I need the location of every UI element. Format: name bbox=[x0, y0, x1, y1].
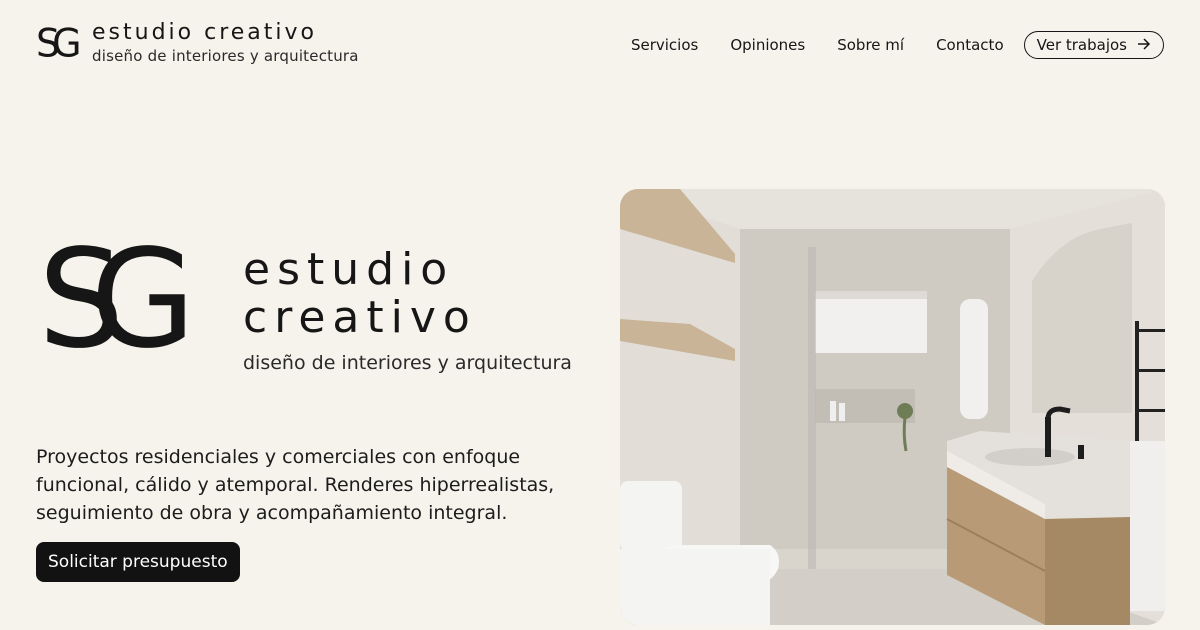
arrow-right-icon bbox=[1137, 36, 1151, 54]
brand-text: estudio creativo diseño de interiores y … bbox=[92, 20, 359, 66]
nav-servicios[interactable]: Servicios bbox=[631, 36, 698, 54]
main-nav: Servicios Opiniones Sobre mí Contacto Ve… bbox=[599, 31, 1164, 59]
monogram-small: SG bbox=[36, 20, 82, 66]
hero-brand-name: estudio creativo bbox=[243, 246, 477, 342]
hero-name-line1: estudio bbox=[243, 244, 455, 295]
ver-trabajos-label: Ver trabajos bbox=[1036, 36, 1127, 54]
nav-contacto[interactable]: Contacto bbox=[936, 36, 1004, 54]
hero-monogram: SG bbox=[38, 221, 196, 379]
hero-description: Proyectos residenciales y comerciales co… bbox=[36, 446, 555, 524]
brand-tagline: diseño de interiores y arquitectura bbox=[92, 47, 359, 65]
brand-name: estudio creativo bbox=[92, 20, 317, 45]
hero-name-line2: creativo bbox=[243, 292, 477, 343]
hero-tagline: diseño de interiores y arquitectura bbox=[243, 352, 572, 374]
brand-logo[interactable]: SG estudio creativo diseño de interiores… bbox=[36, 20, 359, 66]
site-header: SG estudio creativo diseño de interiores… bbox=[0, 0, 1200, 90]
ver-trabajos-button[interactable]: Ver trabajos bbox=[1023, 31, 1164, 59]
nav-opiniones[interactable]: Opiniones bbox=[730, 36, 805, 54]
solicitar-presupuesto-button[interactable]: Solicitar presupuesto bbox=[36, 542, 240, 582]
nav-sobre-mi[interactable]: Sobre mí bbox=[837, 36, 904, 54]
bathroom-render-image bbox=[620, 189, 1165, 625]
